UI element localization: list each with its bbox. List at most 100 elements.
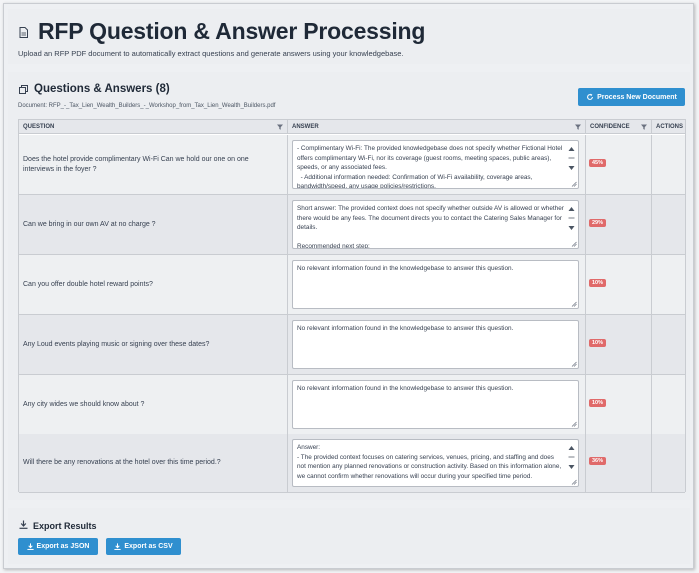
question-cell: Will there be any renovations at the hot… <box>19 434 288 492</box>
column-confidence[interactable]: CONFIDENCE <box>586 120 652 134</box>
answer-textarea[interactable]: Answer: - The provided context focuses o… <box>292 439 579 487</box>
question-cell: Does the hotel provide complimentary Wi-… <box>19 135 288 194</box>
question-cell: Any Loud events playing music or signing… <box>19 315 288 374</box>
column-question-label: QUESTION <box>23 124 55 130</box>
download-icon <box>114 543 121 550</box>
column-actions-label: ACTIONS <box>656 124 683 130</box>
answer-text: No relevant information found in the kno… <box>297 265 514 272</box>
answer-textarea[interactable]: No relevant information found in the kno… <box>292 260 579 309</box>
export-csv-label: Export as CSV <box>124 543 173 550</box>
document-name: Document: RFP_-_Tax_Lien_Wealth_Builders… <box>18 103 276 109</box>
resize-grip-icon[interactable] <box>571 241 577 247</box>
table-row: Can you offer double hotel reward points… <box>19 255 685 315</box>
export-json-button[interactable]: Export as JSON <box>18 538 98 555</box>
confidence-cell: 10% <box>586 375 652 434</box>
answer-text: No relevant information found in the kno… <box>297 385 514 392</box>
filter-icon[interactable] <box>641 124 647 130</box>
table-row: Any Loud events playing music or signing… <box>19 315 685 375</box>
answer-cell: No relevant information found in the kno… <box>288 375 586 434</box>
answer-text: Answer: - The provided context focuses o… <box>297 444 562 480</box>
column-actions: ACTIONS <box>652 120 685 134</box>
answer-cell: Short answer: The provided context does … <box>288 195 586 254</box>
confidence-cell: 29% <box>586 195 652 254</box>
confidence-badge: 29% <box>589 218 607 227</box>
question-cell: Any city wides we should know about ? <box>19 375 288 434</box>
column-answer-label: ANSWER <box>292 124 319 130</box>
answer-cell: - Complimentary Wi-Fi: The provided know… <box>288 135 586 194</box>
table-header: QUESTION ANSWER CONFIDENCE ACTIONS <box>19 120 685 134</box>
confidence-cell: 10% <box>586 315 652 374</box>
page-subtitle: Upload an RFP PDF document to automatica… <box>18 49 404 58</box>
answer-cell: No relevant information found in the kno… <box>288 255 586 314</box>
page-title: RFP Question & Answer Processing <box>38 18 426 44</box>
actions-cell <box>652 375 685 434</box>
qa-table: QUESTION ANSWER CONFIDENCE ACTIONS Does … <box>18 119 686 493</box>
confidence-badge: 10% <box>589 278 607 287</box>
answer-textarea[interactable]: - Complimentary Wi-Fi: The provided know… <box>292 140 579 189</box>
textarea-scrollbar[interactable] <box>567 205 576 240</box>
column-answer[interactable]: ANSWER <box>288 120 586 134</box>
scroll-arrows-icon <box>568 446 575 469</box>
actions-cell <box>652 434 685 492</box>
resize-grip-icon[interactable] <box>571 421 577 427</box>
answer-text: No relevant information found in the kno… <box>297 325 514 332</box>
confidence-badge: 45% <box>589 158 607 167</box>
textarea-scrollbar[interactable] <box>567 444 576 479</box>
export-title: Export Results <box>33 521 97 531</box>
answer-textarea[interactable]: No relevant information found in the kno… <box>292 320 579 369</box>
answer-cell: No relevant information found in the kno… <box>288 315 586 374</box>
question-text: Can we bring in our own AV at no charge … <box>23 220 156 228</box>
actions-cell <box>652 255 685 314</box>
qa-section: Questions & Answers (8) Document: RFP_-_… <box>8 72 690 500</box>
resize-grip-icon[interactable] <box>571 181 577 187</box>
confidence-badge: 36% <box>589 457 607 465</box>
copy-icon <box>19 85 28 94</box>
question-cell: Can we bring in our own AV at no charge … <box>19 195 288 254</box>
scroll-arrows-icon <box>568 147 575 170</box>
resize-grip-icon[interactable] <box>571 361 577 367</box>
scroll-arrows-icon <box>568 207 575 230</box>
confidence-cell: 45% <box>586 135 652 194</box>
question-text: Any Loud events playing music or signing… <box>23 340 210 348</box>
document-icon <box>19 27 28 38</box>
question-text: Can you offer double hotel reward points… <box>23 280 153 288</box>
confidence-cell: 10% <box>586 255 652 314</box>
textarea-scrollbar[interactable] <box>567 145 576 180</box>
export-csv-button[interactable]: Export as CSV <box>106 538 181 555</box>
answer-textarea[interactable]: Short answer: The provided context does … <box>292 200 579 249</box>
app-window: RFP Question & Answer Processing Upload … <box>3 3 694 569</box>
actions-cell <box>652 315 685 374</box>
answer-cell: Answer: - The provided context focuses o… <box>288 434 586 492</box>
table-row: Will there be any renovations at the hot… <box>19 434 685 493</box>
confidence-badge: 10% <box>589 398 607 407</box>
filter-icon[interactable] <box>277 124 283 130</box>
export-json-label: Export as JSON <box>36 543 90 550</box>
answer-text: Short answer: The provided context does … <box>297 205 564 249</box>
actions-cell <box>652 195 685 254</box>
table-row: Any city wides we should know about ? No… <box>19 375 685 435</box>
table-row: Does the hotel provide complimentary Wi-… <box>19 135 685 195</box>
download-icon <box>26 543 34 550</box>
table-row: Can we bring in our own AV at no charge … <box>19 195 685 255</box>
filter-icon[interactable] <box>575 124 581 130</box>
header: RFP Question & Answer Processing Upload … <box>8 9 690 64</box>
process-new-document-button[interactable]: Process New Document <box>578 88 685 106</box>
actions-cell <box>652 135 685 194</box>
question-cell: Can you offer double hotel reward points… <box>19 255 288 314</box>
column-question[interactable]: QUESTION <box>19 120 288 134</box>
answer-textarea[interactable]: No relevant information found in the kno… <box>292 380 579 429</box>
resize-grip-icon[interactable] <box>571 301 577 307</box>
process-button-label: Process New Document <box>597 93 677 101</box>
confidence-badge: 10% <box>589 338 607 347</box>
download-icon <box>19 520 28 529</box>
refresh-icon <box>587 93 594 100</box>
resize-grip-icon[interactable] <box>571 479 577 485</box>
question-text: Any city wides we should know about ? <box>23 400 145 408</box>
question-text: Will there be any renovations at the hot… <box>23 459 221 466</box>
export-section: Export Results Export as JSON Export as … <box>8 508 690 564</box>
question-text: Does the hotel provide complimentary Wi-… <box>23 155 249 173</box>
answer-text: - Complimentary Wi-Fi: The provided know… <box>297 145 563 189</box>
confidence-cell: 36% <box>586 434 652 492</box>
section-title: Questions & Answers (8) <box>34 83 170 95</box>
column-confidence-label: CONFIDENCE <box>590 124 630 130</box>
